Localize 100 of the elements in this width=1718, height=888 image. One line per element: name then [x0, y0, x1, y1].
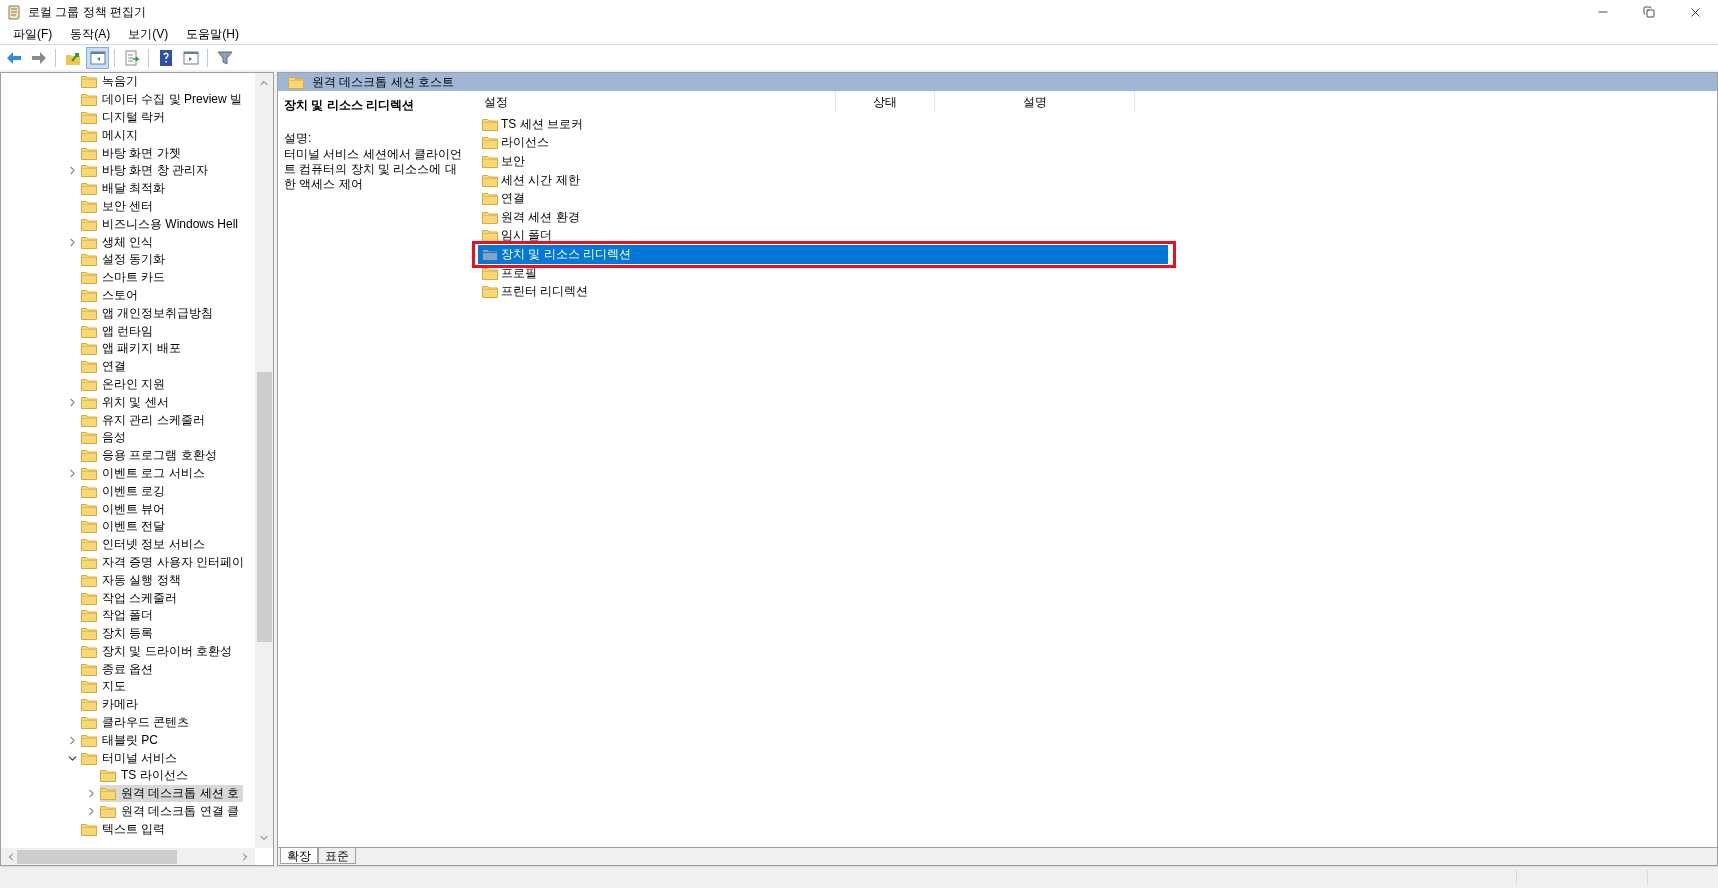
- tree-item[interactable]: 연결: [81, 358, 130, 376]
- folder-icon: [81, 662, 97, 676]
- tree-item[interactable]: 클라우드 콘텐츠: [81, 714, 194, 732]
- folder-icon: [81, 324, 97, 338]
- view-tab[interactable]: 확장: [280, 848, 318, 864]
- tree-item[interactable]: 자격 증명 사용자 인터페이: [81, 553, 248, 571]
- tree-item[interactable]: 이벤트 로그 서비스: [81, 464, 209, 482]
- pane-button[interactable]: [86, 46, 109, 69]
- folder-icon: [81, 680, 97, 694]
- pane-icon: [88, 48, 107, 67]
- folder-icon: [81, 75, 97, 89]
- folder-icon: [81, 449, 97, 463]
- list-row[interactable]: 라이선스: [478, 133, 1168, 153]
- tree-item[interactable]: 태블릿 PC: [81, 731, 162, 749]
- menu-item[interactable]: 도움말(H): [177, 25, 248, 43]
- tree-item[interactable]: 이벤트 뷰어: [81, 500, 170, 518]
- horizontal-scrollbar[interactable]: [1, 848, 255, 865]
- tree-item[interactable]: 스마트 카드: [81, 269, 170, 287]
- tree-item[interactable]: 보안 센터: [81, 197, 158, 215]
- menu-item[interactable]: 파일(F): [4, 25, 62, 43]
- folder-icon: [81, 822, 97, 836]
- folder-icon: [81, 182, 97, 196]
- list-row[interactable]: 세션 시간 제한: [478, 170, 1168, 190]
- list-row[interactable]: 임시 폴더: [478, 226, 1168, 246]
- folder-icon: [482, 266, 498, 280]
- folder-icon: [81, 698, 97, 712]
- folder-icon: [81, 235, 97, 249]
- folder-icon: [81, 413, 97, 427]
- folder-icon: [482, 117, 498, 131]
- folder-icon: [81, 644, 97, 658]
- tree-item[interactable]: 앱 런타임: [81, 322, 158, 340]
- folder-icon: [81, 377, 97, 391]
- tree-item[interactable]: 작업 폴더: [81, 607, 158, 625]
- tree-item[interactable]: 카메라: [81, 696, 142, 714]
- tree-item[interactable]: 배달 최적화: [81, 180, 170, 198]
- tree-item[interactable]: 이벤트 전달: [81, 518, 170, 536]
- folder-icon: [100, 769, 116, 783]
- tree-item[interactable]: 비즈니스용 Windows Hell: [81, 215, 243, 233]
- tree-item[interactable]: 녹음기: [81, 73, 142, 91]
- folder-icon: [81, 360, 97, 374]
- view-tab[interactable]: 표준: [318, 848, 356, 864]
- description-label: 설명:: [284, 130, 313, 147]
- folder-icon: [81, 93, 97, 107]
- list-row[interactable]: 보안: [478, 152, 1168, 171]
- tree-item[interactable]: 메시지: [81, 126, 142, 144]
- folder-icon: [100, 787, 116, 801]
- tree-item[interactable]: 자동 실행 정책: [81, 571, 185, 589]
- tree-item[interactable]: 지도: [81, 678, 130, 696]
- tree-item[interactable]: 응용 프로그램 호환성: [81, 447, 221, 465]
- list-row[interactable]: 연결: [478, 189, 1168, 208]
- folder-icon: [81, 395, 97, 409]
- column-header[interactable]: 상태: [836, 91, 935, 113]
- folder-icon: [81, 538, 97, 552]
- pane-icon: [181, 48, 200, 67]
- list-row[interactable]: 원격 세션 환경: [478, 207, 1168, 227]
- tree-item[interactable]: 원격 데스크톱 연결 클: [100, 803, 243, 821]
- restore-icon: [1643, 6, 1655, 18]
- scroll-thumb[interactable]: [17, 849, 177, 864]
- tree-item[interactable]: 장치 등록: [81, 625, 158, 643]
- tree-item[interactable]: 작업 스케줄러: [81, 589, 182, 607]
- tree-item[interactable]: 바탕 화면 창 관리자: [81, 162, 212, 180]
- tree-item[interactable]: 원격 데스크톱 세션 호: [100, 785, 243, 803]
- folder-icon: [81, 288, 97, 302]
- folder-icon: [81, 573, 97, 587]
- tree-item[interactable]: 앱 개인정보취급방침: [81, 304, 218, 322]
- list-row[interactable]: 프린터 리디렉션: [478, 282, 1168, 301]
- tree-item[interactable]: 터미널 서비스: [81, 749, 182, 767]
- list-row[interactable]: 장치 및 리소스 리디렉션: [478, 245, 1168, 264]
- tree-item[interactable]: 바탕 화면 가젯: [81, 144, 185, 162]
- tree-item[interactable]: 생체 인식: [81, 233, 158, 251]
- tree-item[interactable]: 장치 및 드라이버 호환성: [81, 642, 236, 660]
- menu-item[interactable]: 동작(A): [61, 25, 120, 43]
- tree-item[interactable]: 설정 동기화: [81, 251, 170, 269]
- tree-item[interactable]: 텍스트 입력: [81, 820, 170, 838]
- tree-item[interactable]: 이벤트 로깅: [81, 482, 170, 500]
- list-row[interactable]: 프로필: [478, 263, 1168, 283]
- filter-icon: [215, 48, 234, 67]
- tree-item[interactable]: 종료 옵션: [81, 660, 158, 678]
- list-row[interactable]: TS 세션 브로커: [478, 115, 1168, 134]
- tree-item[interactable]: 위치 및 센서: [81, 393, 173, 411]
- folder-icon: [482, 285, 498, 299]
- folder-icon: [81, 199, 97, 213]
- tree-item[interactable]: TS 라이선스: [100, 767, 192, 785]
- folder-icon: [81, 128, 97, 142]
- tree-item[interactable]: 디지털 락커: [81, 109, 170, 126]
- tree-item[interactable]: 데이터 수집 및 Preview 빌: [81, 91, 246, 109]
- folder-icon: [81, 253, 97, 267]
- scroll-thumb[interactable]: [256, 372, 272, 642]
- folder-icon: [81, 627, 97, 641]
- tree-item[interactable]: 인터넷 정보 서비스: [81, 536, 209, 554]
- tree-item[interactable]: 온라인 지원: [81, 375, 170, 393]
- column-header[interactable]: 설명: [935, 91, 1135, 113]
- column-header[interactable]: 설정: [478, 91, 836, 113]
- vertical-scrollbar[interactable]: [255, 73, 273, 848]
- folder-icon: [81, 716, 97, 730]
- tree-item[interactable]: 음성: [81, 429, 130, 447]
- tree-item[interactable]: 유지 관리 스케줄러: [81, 411, 209, 429]
- tree-item[interactable]: 스토어: [81, 286, 142, 304]
- tree-item[interactable]: 앱 패키지 배포: [81, 340, 185, 358]
- menu-item[interactable]: 보기(V): [119, 25, 178, 43]
